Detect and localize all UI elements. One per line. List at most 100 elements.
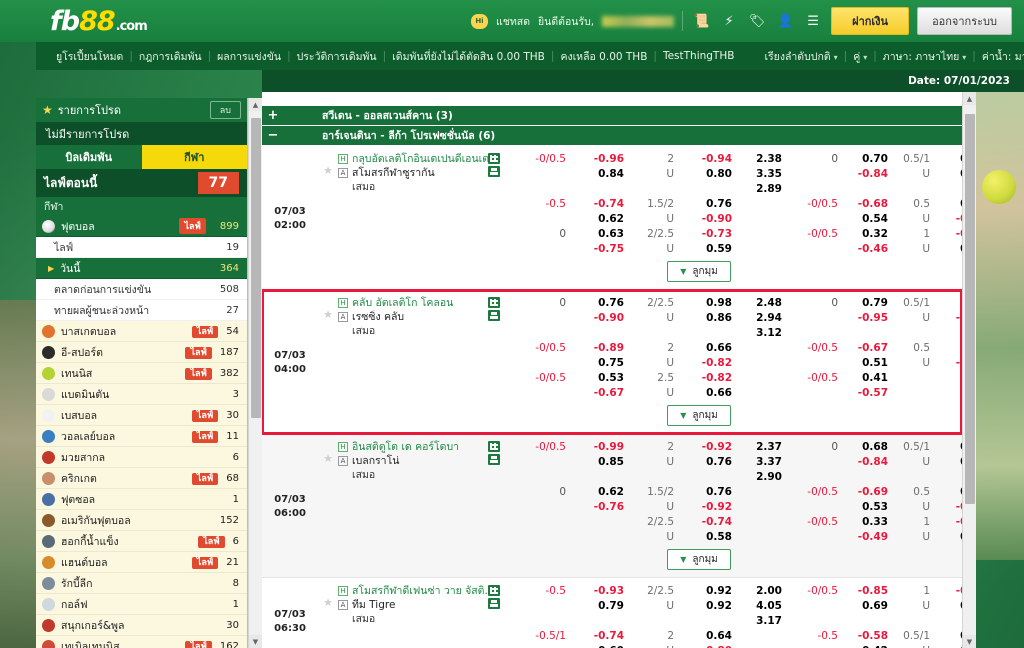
odds-value[interactable]: 0.92 [680, 599, 732, 614]
over-under-odds[interactable]: -0.94 0.80 [680, 152, 738, 182]
odds-value[interactable]: U [630, 167, 674, 182]
handicap2-odds[interactable]: -0.85 0.69 [844, 584, 894, 614]
handicap2-odds[interactable]: 0.79 -0.95 [844, 296, 894, 326]
odds-value[interactable]: 0.5 [894, 485, 930, 500]
profile-icon[interactable]: 👤 [775, 12, 795, 30]
odds-value[interactable]: -0/0.5 [788, 371, 838, 386]
odds-value[interactable]: -0.67 [844, 341, 888, 356]
odds-value[interactable]: 0.86 [680, 311, 732, 326]
odds-value[interactable]: 0.5/1 [894, 440, 930, 455]
odds-value[interactable]: 2 [630, 341, 674, 356]
odds-value[interactable]: -0.5 [514, 584, 567, 599]
over-under2-odds[interactable]: 0.62-0.78 [936, 485, 962, 515]
odds-value[interactable]: 0.96 [936, 152, 962, 167]
odds-value[interactable]: 0.51 [844, 356, 888, 371]
odds-value[interactable]: 2.37 [738, 440, 782, 455]
odds-value[interactable]: 0.41 [844, 371, 888, 386]
odds-value[interactable]: 0.76 [572, 296, 624, 311]
handicap2-value[interactable]: -0/0.5 [788, 584, 844, 599]
corner-market-button[interactable]: ▼ ลูกมุม [667, 405, 731, 426]
over-under-odds[interactable]: -0.92 0.76 [680, 440, 738, 470]
handicap-value[interactable]: -0/0.5 [514, 152, 572, 167]
site-logo[interactable]: fb 88 .com [50, 6, 148, 37]
odds-value[interactable]: -0.74 [680, 515, 732, 530]
handicap2-value[interactable]: 0 [788, 296, 844, 311]
odds-value[interactable]: 0.5/1 [894, 629, 930, 644]
odds-value[interactable]: U [630, 599, 674, 614]
odds-value[interactable]: 0.64 [680, 629, 732, 644]
handicap-value[interactable]: -0.5 [514, 584, 572, 599]
handicap2-odds[interactable]: -0.69 0.53 [844, 485, 894, 515]
handicap2-value[interactable]: -0.5 [788, 629, 844, 644]
odds-value[interactable]: 1.5/2 [630, 485, 674, 500]
over-under-line[interactable]: 2/2.5 U [630, 296, 680, 326]
handicap-value[interactable]: -0/0.5 [514, 371, 572, 386]
subnav-item-0[interactable]: ยูโรเปี้ยนโหมด [50, 48, 129, 65]
one-x-two-odds[interactable]: 2.37 3.37 2.90 [738, 440, 788, 485]
odds-value[interactable]: 2/2.5 [630, 515, 674, 530]
draw-label[interactable]: เสมอ [338, 612, 488, 626]
handicap2-odds[interactable]: 0.70 -0.84 [844, 152, 894, 182]
odds-value[interactable]: U [630, 455, 674, 470]
handicap-odds[interactable]: 0.62 -0.76 [572, 485, 630, 515]
content-scroll-thumb[interactable] [965, 114, 975, 504]
odds-value[interactable]: 0.62 [936, 485, 962, 500]
over-under-odds[interactable]: 0.64-0.80 [680, 629, 738, 648]
live-now-row[interactable]: ไลฟ์ตอนนี้ 77 [36, 169, 247, 197]
odds-value[interactable]: -0.68 [844, 197, 888, 212]
sidebar-item-football[interactable]: ฟุตบอล ไลฟ์ 899 [36, 216, 247, 237]
live-stream-icon[interactable] [488, 585, 500, 596]
live-stream-icon[interactable] [488, 441, 500, 452]
odds-value[interactable]: 0.60 [572, 644, 624, 648]
away-team[interactable]: A เรซซิ่ง คลับ [338, 310, 488, 324]
over-under-odds[interactable]: 0.92 0.92 [680, 584, 738, 614]
handicap-value[interactable]: -0.5/1 [514, 629, 572, 644]
over-under2-line[interactable]: 1U [894, 227, 936, 257]
odds-value[interactable]: -0.63 [936, 356, 962, 371]
sidebar-item-sport[interactable]: แบดมินตัน 3 [36, 384, 247, 405]
odds-value[interactable]: -0.93 [572, 584, 624, 599]
handicap-odds[interactable]: 0.76 -0.90 [572, 296, 630, 326]
odds-value[interactable]: U [630, 356, 674, 371]
home-team[interactable]: H สโมสรกีฬาดีเฟนซ่า วาย จัสติ... [338, 584, 488, 598]
odds-value[interactable]: 2/2.5 [630, 227, 674, 242]
over-under2-odds[interactable]: -0.630.47 [936, 515, 962, 545]
sidebar-item-sport[interactable]: เบสบอล ไลฟ์ 30 [36, 405, 247, 426]
odds-value[interactable]: 0.47 [936, 341, 962, 356]
over-under-odds[interactable]: -0.73 0.59 [680, 227, 738, 257]
odds-value[interactable]: U [894, 311, 930, 326]
favorite-star-icon[interactable]: ★ [318, 296, 338, 321]
statistics-icon[interactable] [488, 598, 500, 609]
odds-value[interactable]: -0.77 [936, 212, 962, 227]
odds-value[interactable]: U [894, 500, 930, 515]
handicap2-value[interactable]: -0/0.5 [788, 371, 844, 386]
over-under2-odds[interactable]: 0.63-0.77 [936, 197, 962, 227]
odds-value[interactable]: -0/0.5 [788, 227, 838, 242]
sidebar-item-sport[interactable]: คริกเกต ไลฟ์ 68 [36, 468, 247, 489]
odds-type-select[interactable]: ค่าน้ำ: มาเลเซีย▾ [976, 48, 1024, 65]
odds-value[interactable]: U [894, 455, 930, 470]
odds-value[interactable]: 0.76 [680, 485, 732, 500]
odds-value[interactable]: U [630, 311, 674, 326]
odds-value[interactable]: 2 [630, 629, 674, 644]
handicap2-odds[interactable]: -0.68 0.54 [844, 197, 894, 227]
odds-value[interactable]: -0.82 [680, 356, 732, 371]
odds-value[interactable]: 0.85 [572, 455, 624, 470]
over-under2-odds[interactable]: -0.880.72 [936, 584, 962, 614]
odds-value[interactable]: 0.62 [572, 485, 624, 500]
sidebar-item-sport[interactable]: ฮอกกี้น้ำแข็ง ไลฟ์ 6 [36, 531, 247, 552]
odds-value[interactable]: U [894, 599, 930, 614]
handicap2-value[interactable]: 0 [788, 152, 844, 167]
odds-value[interactable]: 0.68 [844, 440, 888, 455]
odds-value[interactable]: 2 [630, 440, 674, 455]
handicap-odds[interactable]: 0.63 -0.75 [572, 227, 630, 257]
odds-value[interactable]: 0.63 [936, 197, 962, 212]
odds-value[interactable]: -0.5 [788, 629, 839, 644]
odds-value[interactable]: U [894, 242, 930, 257]
odds-value[interactable]: U [630, 386, 674, 401]
statistics-icon[interactable] [488, 166, 500, 177]
odds-value[interactable]: -0.75 [572, 242, 624, 257]
odds-value[interactable]: 3.37 [738, 455, 782, 470]
sidebar-item-sport[interactable]: กอล์ฟ 1 [36, 594, 247, 615]
over-under2-odds[interactable]: -0.620.48 [936, 227, 962, 257]
